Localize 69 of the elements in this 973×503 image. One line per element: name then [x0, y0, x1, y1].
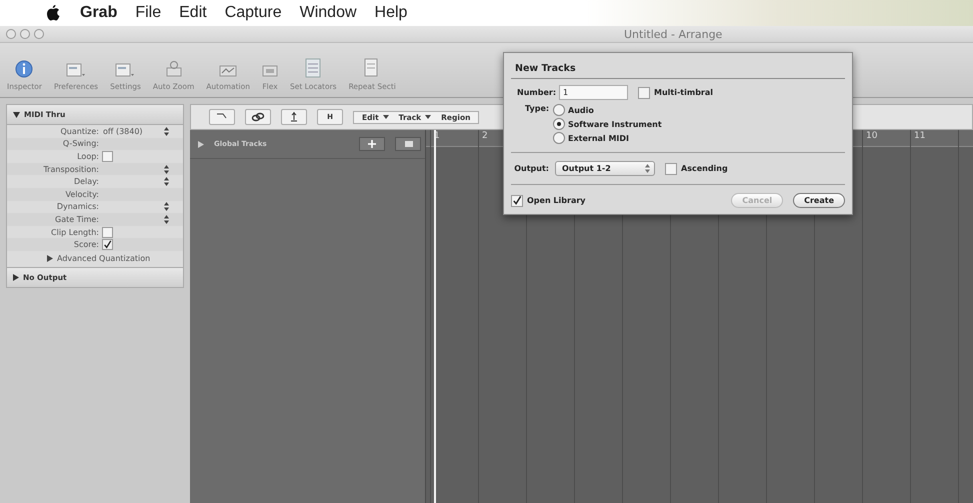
stepper-icon[interactable] [164, 164, 169, 174]
field-label: Type: [525, 104, 549, 115]
arrow-up-icon [289, 111, 299, 123]
pointer-tool-button[interactable] [209, 109, 235, 125]
menu-item[interactable]: Grab [80, 4, 118, 22]
bar-number: 2 [482, 131, 488, 141]
parameter-label: Quantize: [59, 126, 100, 136]
dialog-title: New Tracks [511, 59, 845, 79]
parameter-value[interactable]: off (3840) [103, 126, 143, 136]
dialog-button[interactable]: Create [793, 193, 845, 208]
radio-option[interactable]: Audio [553, 104, 662, 116]
parameter-label: Score: [72, 240, 100, 250]
bar-number: 11 [914, 131, 926, 141]
menu-item[interactable]: Edit [179, 4, 207, 22]
parameter-label: Dynamics: [56, 202, 100, 212]
info-icon [15, 60, 34, 78]
catch-button[interactable] [281, 109, 307, 125]
checkbox[interactable] [102, 150, 113, 162]
plus-icon [368, 140, 376, 148]
menu-item[interactable]: Window [300, 4, 357, 22]
checkbox[interactable] [102, 226, 113, 238]
menu-item[interactable]: File [135, 4, 162, 22]
link-icon [251, 112, 265, 122]
parameter-label: Clip Length: [50, 228, 100, 237]
radio-option[interactable]: External MIDI [553, 132, 662, 144]
checkbox[interactable] [511, 194, 523, 206]
bar-number: 10 [866, 131, 878, 141]
stepper-icon[interactable] [164, 214, 169, 224]
add-track-button[interactable] [359, 137, 385, 151]
radio-button[interactable] [553, 104, 565, 116]
stepper-icon[interactable] [164, 177, 169, 186]
parameter-label: Delay: [72, 177, 100, 186]
disclosure-triangle-icon[interactable] [47, 254, 53, 262]
caret-icon[interactable] [382, 115, 389, 119]
disclosure-label[interactable]: Advanced Quantization [57, 254, 150, 263]
stepper-icon[interactable] [164, 126, 169, 136]
disclosure-triangle-icon[interactable] [13, 274, 19, 281]
menu-item[interactable]: Help [374, 4, 408, 22]
parameter-label: Gate Time: [54, 214, 100, 224]
checkbox[interactable] [102, 239, 113, 250]
parameter-label: Transposition: [42, 164, 100, 174]
checkbox-label: Multi-timbral [654, 88, 713, 97]
apple-icon[interactable] [46, 5, 60, 21]
parameter-label: Velocity: [64, 190, 100, 199]
field-label: Number: [517, 88, 555, 97]
menu-item[interactable]: Capture [224, 4, 282, 22]
stepper-icon[interactable] [164, 202, 169, 212]
stepper-icon [645, 164, 650, 173]
field-label: Output: [513, 164, 549, 173]
checkbox-label: Ascending [681, 164, 728, 173]
caret-icon[interactable] [425, 115, 432, 119]
number-field[interactable]: 1 [559, 85, 628, 100]
folder-button[interactable] [395, 137, 421, 151]
radio-button[interactable] [553, 118, 565, 130]
parameter-label: Q-Swing: [62, 139, 100, 148]
radio-button[interactable] [553, 132, 565, 144]
window-icon [66, 62, 86, 78]
disclosure-triangle-icon[interactable] [13, 112, 20, 118]
window-title: Untitled - Arrange [623, 28, 722, 40]
window-icon [115, 62, 136, 78]
checkbox-label: Open Library [527, 196, 586, 205]
document-icon [364, 58, 380, 78]
link-button[interactable] [245, 109, 271, 125]
checkbox[interactable] [638, 86, 650, 98]
rectangle-icon [402, 140, 414, 148]
parameter-label: Loop: [76, 152, 100, 161]
radio-option[interactable]: Software Instrument [553, 118, 662, 130]
checkbox[interactable] [665, 162, 677, 174]
output-dropdown[interactable]: Output 1-2 [555, 161, 655, 176]
